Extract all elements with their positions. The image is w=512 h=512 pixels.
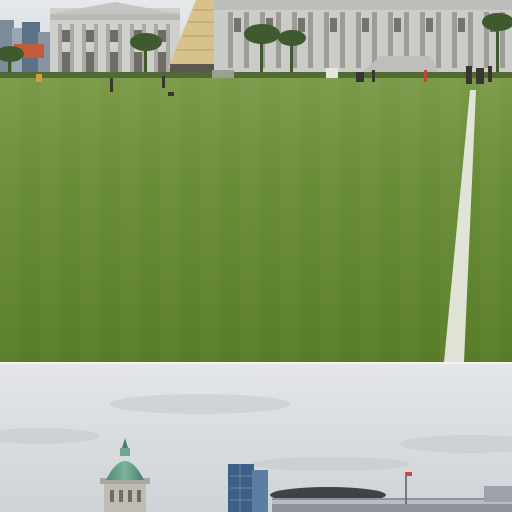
- skyline-photo-panel: [0, 364, 512, 512]
- field-photo: [0, 0, 512, 362]
- field-photo-panel: [0, 0, 512, 362]
- photo-collage: [0, 0, 512, 512]
- skyline-photo: [0, 364, 512, 512]
- glass-tower: [228, 464, 268, 512]
